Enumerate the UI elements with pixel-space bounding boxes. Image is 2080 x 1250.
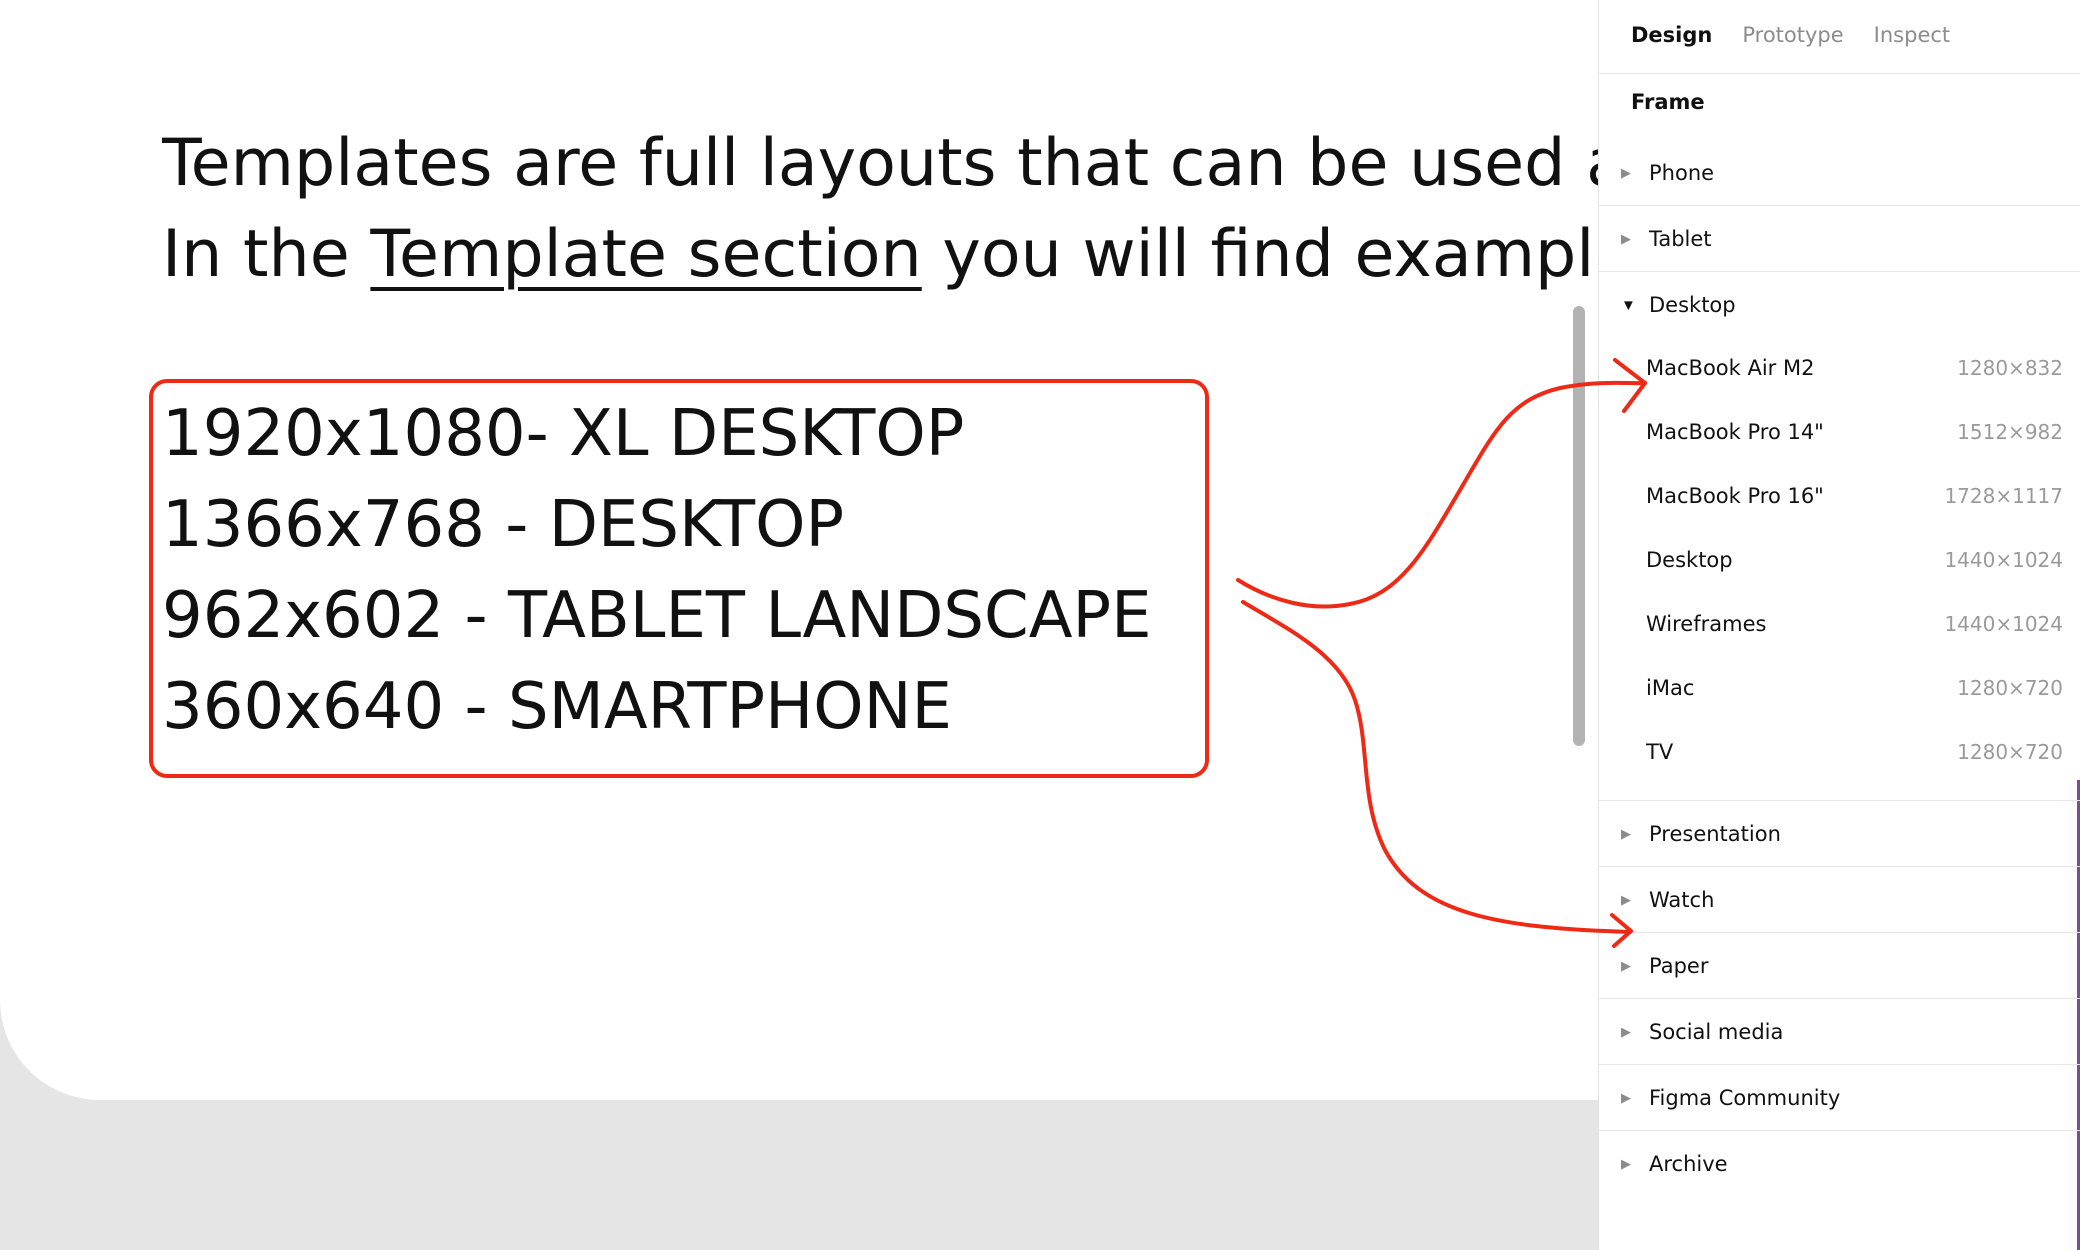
triangle-right-icon: ▶	[1621, 1090, 1631, 1105]
category-desktop[interactable]: ▼ Desktop	[1598, 272, 2080, 338]
resolution-item: 360x640 - SMARTPHONE	[162, 670, 952, 744]
preset-name: TV	[1646, 740, 1674, 764]
category-label: Archive	[1649, 1152, 1728, 1176]
category-social-media[interactable]: ▶ Social media	[1598, 999, 2080, 1065]
triangle-right-icon: ▶	[1621, 231, 1631, 246]
preset-name: MacBook Pro 14"	[1646, 420, 1824, 444]
triangle-right-icon: ▶	[1621, 1024, 1631, 1039]
preset-name: iMac	[1646, 676, 1695, 700]
intro-line-2-prefix: In the	[162, 217, 371, 292]
tab-prototype[interactable]: Prototype	[1742, 23, 1843, 47]
preset-name: MacBook Pro 16"	[1646, 484, 1824, 508]
category-paper[interactable]: ▶ Paper	[1598, 933, 2080, 999]
intro-text: Templates are full layouts that can be u…	[162, 118, 1602, 318]
triangle-right-icon: ▶	[1621, 958, 1631, 973]
resolution-item: 1920x1080- XL DESKTOP	[162, 397, 965, 471]
category-tablet[interactable]: ▶ Tablet	[1598, 206, 2080, 272]
category-label: Social media	[1649, 1020, 1784, 1044]
template-section-link[interactable]: Template section	[370, 217, 921, 292]
category-archive[interactable]: ▶ Archive	[1598, 1131, 2080, 1197]
intro-line-2: In the Template section you will find ex…	[162, 209, 1602, 300]
triangle-down-icon: ▼	[1621, 296, 1636, 314]
category-label: Paper	[1649, 954, 1709, 978]
preset-tv[interactable]: TV 1280×720	[1598, 720, 2080, 784]
triangle-right-icon: ▶	[1621, 1156, 1631, 1171]
resolution-item: 962x602 - TABLET LANDSCAPE	[162, 579, 1152, 653]
resolution-item: 1366x768 - DESKTOP	[162, 488, 845, 562]
tabs-divider	[1598, 73, 2080, 74]
preset-name: Wireframes	[1646, 612, 1767, 636]
category-watch[interactable]: ▶ Watch	[1598, 867, 2080, 933]
intro-line-1: Templates are full layouts that can be u…	[162, 126, 1602, 201]
category-label: Tablet	[1649, 227, 1712, 251]
category-label: Desktop	[1649, 293, 1736, 317]
preset-desktop[interactable]: Desktop 1440×1024	[1598, 528, 2080, 592]
tab-design[interactable]: Design	[1631, 23, 1712, 47]
preset-name: MacBook Air M2	[1646, 356, 1815, 380]
preset-macbook-air-m2[interactable]: MacBook Air M2 1280×832	[1598, 336, 2080, 400]
preset-size: 1440×1024	[1944, 548, 2063, 572]
preset-size: 1280×720	[1957, 740, 2063, 764]
frame-section-title: Frame	[1631, 90, 1705, 114]
preset-size: 1280×720	[1957, 676, 2063, 700]
preset-wireframes[interactable]: Wireframes 1440×1024	[1598, 592, 2080, 656]
preset-size: 1280×832	[1957, 356, 2063, 380]
preset-size: 1512×982	[1957, 420, 2063, 444]
triangle-right-icon: ▶	[1621, 826, 1631, 841]
resolution-list: 1920x1080- XL DESKTOP 1366x768 - DESKTOP…	[162, 389, 1202, 753]
triangle-right-icon: ▶	[1621, 892, 1631, 907]
category-presentation[interactable]: ▶ Presentation	[1598, 801, 2080, 867]
category-label: Watch	[1649, 888, 1715, 912]
preset-size: 1440×1024	[1944, 612, 2063, 636]
preset-imac[interactable]: iMac 1280×720	[1598, 656, 2080, 720]
category-label: Phone	[1649, 161, 1715, 185]
tab-inspect[interactable]: Inspect	[1874, 23, 1950, 47]
category-label: Presentation	[1649, 822, 1781, 846]
triangle-right-icon: ▶	[1621, 165, 1631, 180]
panel-tabs: Design Prototype Inspect	[1631, 0, 1950, 70]
preset-size: 1728×1117	[1944, 484, 2063, 508]
canvas-scrollbar[interactable]	[1573, 306, 1585, 746]
preset-macbook-pro-16[interactable]: MacBook Pro 16" 1728×1117	[1598, 464, 2080, 528]
category-figma-community[interactable]: ▶ Figma Community	[1598, 1065, 2080, 1131]
preset-macbook-pro-14[interactable]: MacBook Pro 14" 1512×982	[1598, 400, 2080, 464]
intro-line-2-suffix: you will find examples	[921, 217, 1602, 292]
preset-name: Desktop	[1646, 548, 1733, 572]
category-label: Figma Community	[1649, 1086, 1841, 1110]
category-phone[interactable]: ▶ Phone	[1598, 140, 2080, 206]
